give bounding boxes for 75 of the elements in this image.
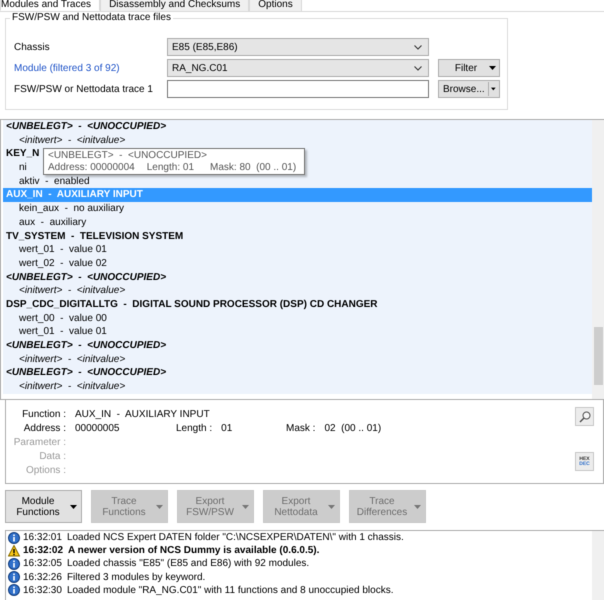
detail-label: Address : [22, 422, 66, 434]
log-time: 16:32:01 [23, 532, 62, 544]
detail-value: 00000005 [75, 422, 120, 434]
list-item[interactable]: KEY_N [3, 147, 42, 162]
tooltip-text: Mask: 80 (00 .. 01) [210, 162, 296, 174]
dropdown[interactable]: E85 (E85,E86) [167, 38, 429, 56]
caret-icon [156, 504, 163, 508]
list-item[interactable]: wert_00 - value 00 [3, 312, 109, 326]
log-time: 16:32:02 [23, 545, 64, 556]
caret-icon [489, 66, 496, 70]
list-item[interactable]: <UNBELEGT> - <UNOCCUPIED> [3, 366, 168, 380]
chevron-icon [414, 66, 422, 70]
field-label: FSW/PSW or Nettodata trace 1 [14, 84, 154, 94]
tooltip-text: Length: 01 [146, 162, 194, 174]
caret-icon [328, 504, 335, 508]
action-button[interactable]: Module Functions [5, 490, 82, 523]
list-item[interactable]: TV_SYSTEM - TELEVISION SYSTEM [3, 230, 186, 244]
detail-label: Length : [176, 422, 212, 434]
info-icon [8, 532, 20, 544]
log-message: Loaded module "RA_NG.C01" with 11 functions and 8 unoccupied blocks. [66, 584, 394, 596]
chevron-icon [414, 44, 422, 50]
filter-button[interactable]: Filter [438, 59, 500, 77]
list-item[interactable]: aux - auxiliary [3, 216, 88, 230]
log-message: Filtered 3 modules by keyword. [66, 572, 206, 583]
tab[interactable]: Options [249, 0, 302, 11]
list-item[interactable]: <UNBELEGT> - <UNOCCUPIED> [3, 120, 168, 134]
group-title: FSW/PSW and Nettodata trace files [10, 12, 173, 23]
detail-label: Parameter : [12, 436, 66, 448]
detail-label: Mask : [286, 422, 316, 434]
detail-label: Options : [24, 465, 66, 476]
caret-icon [491, 87, 496, 91]
tooltip-title: <UNBELEGT> - <UNOCCUPIED> [48, 150, 207, 161]
list-item[interactable]: <initwert> - <initvalue> [3, 380, 128, 394]
log-message: A newer version of NCS Dummy is available (0.6.0.5). [68, 545, 320, 556]
caret-icon [242, 504, 249, 508]
tab[interactable]: Modules and Traces [0, 0, 100, 11]
list-item[interactable]: wert_01 - value 01 [3, 243, 109, 257]
field-label: Chassis [14, 42, 51, 52]
warning-icon [8, 544, 20, 557]
detail-value: 02 (00 .. 01) [324, 422, 382, 434]
input-field[interactable] [167, 80, 429, 98]
list-item[interactable]: <initwert> - <initvalue> [3, 134, 128, 148]
list-item[interactable]: wert_02 - value 02 [3, 256, 109, 271]
info-icon [8, 584, 20, 596]
scrollbar[interactable] [592, 531, 604, 600]
list-item[interactable]: <UNBELEGT> - <UNOCCUPIED> [3, 270, 168, 284]
log-message: Loaded chassis "E85" (E85 and E86) with 92 modules. [66, 558, 310, 570]
detail-label: Function : [21, 408, 66, 420]
list-item[interactable]: <UNBELEGT> - <UNOCCUPIED> [3, 339, 168, 353]
detail-value: AUX_IN - AUXILIARY INPUT [75, 408, 210, 420]
info-icon [8, 558, 20, 570]
search-icon [578, 410, 590, 422]
info-icon [8, 571, 20, 584]
list-item[interactable]: aktiv - enabled [3, 174, 92, 188]
tab[interactable]: Disassembly and Checksums [100, 0, 250, 11]
list-item[interactable]: <initwert> - <initvalue> [3, 352, 128, 366]
scrollbar[interactable] [592, 120, 604, 399]
list-item[interactable]: <initwert> - <initvalue> [3, 284, 128, 298]
list-item[interactable]: DSP_CDC_DIGITALLTG - DIGITAL SOUND PROCESSOR (DSP) CD CHANGER [3, 298, 380, 312]
module-link[interactable]: Module (filtered 3 of 92) [14, 62, 167, 74]
list-item[interactable]: ni [3, 161, 29, 175]
list-item[interactable]: kein_aux - no auxiliary [3, 202, 126, 216]
list-item[interactable]: wert_01 - value 01 [3, 325, 109, 339]
log-time: 16:32:30 [23, 584, 62, 596]
detail-label: Data : [38, 451, 66, 462]
search-button[interactable] [575, 407, 594, 426]
caret-icon [70, 504, 77, 508]
detail-value: 01 [221, 422, 232, 434]
log-time: 16:32:05 [23, 558, 62, 570]
log-message: Loaded NCS Expert DATEN folder "C:\NCSEXPER\DATEN\" with 1 chassis. [66, 532, 404, 544]
log-time: 16:32:26 [23, 572, 62, 583]
browse-button[interactable]: Browse... [438, 80, 500, 98]
tooltip-text: Address: 00000004 [48, 162, 135, 174]
caret-icon [414, 504, 421, 508]
dropdown[interactable]: RA_NG.C01 [167, 59, 429, 77]
